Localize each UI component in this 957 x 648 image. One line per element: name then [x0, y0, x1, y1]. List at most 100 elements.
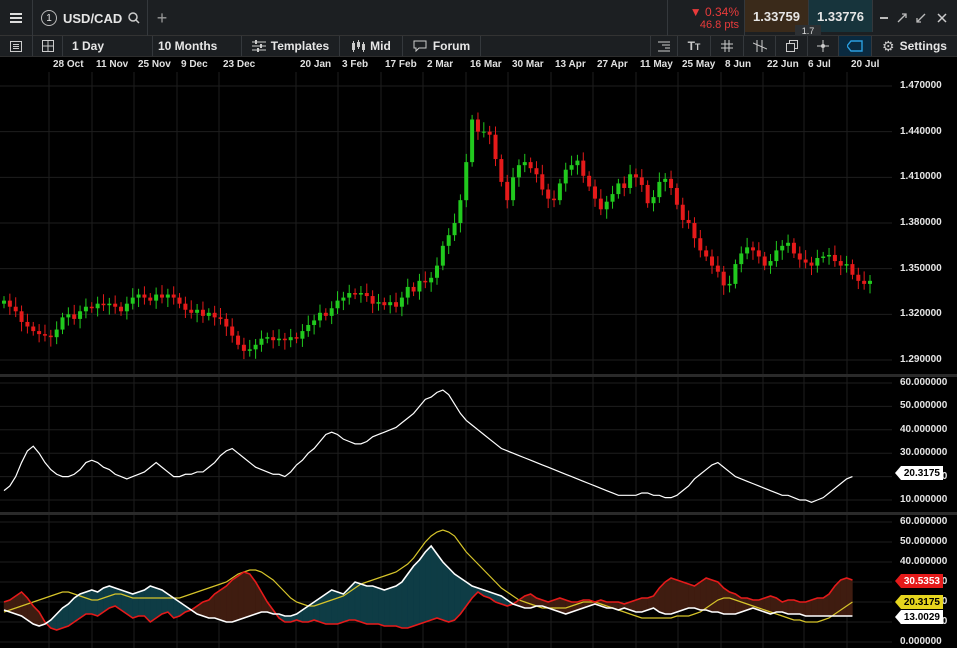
- gear-icon: ⚙: [882, 37, 895, 54]
- candle-body: [19, 311, 24, 322]
- layout-button[interactable]: [33, 36, 63, 56]
- indicator2-fill: [425, 545, 432, 623]
- candle-body: [511, 177, 516, 201]
- price-type-button[interactable]: Mid: [340, 36, 403, 56]
- candle-body: [159, 294, 164, 298]
- minimize-icon[interactable]: [876, 10, 892, 26]
- indicator2-fill: [676, 579, 684, 613]
- date-tick-label: 13 Apr: [555, 59, 586, 70]
- drawing-tools-button[interactable]: [744, 36, 776, 56]
- candle-body: [306, 324, 311, 332]
- gridlines-button[interactable]: [711, 36, 744, 56]
- candle-body: [423, 280, 428, 283]
- price-axis-label: 1.350000: [900, 262, 942, 274]
- indicator2-fill: [670, 577, 678, 615]
- candle-body: [791, 242, 796, 254]
- copy-button[interactable]: [776, 36, 808, 56]
- date-tick-label: 20 Jul: [851, 59, 880, 70]
- candle-body: [657, 181, 662, 198]
- candle-body: [236, 335, 241, 345]
- text-tool-button[interactable]: TT: [678, 36, 711, 56]
- instrument-tab[interactable]: 1 USD/CAD: [33, 0, 148, 36]
- candles-icon: [352, 40, 366, 52]
- candle-body: [470, 119, 475, 163]
- candle-body: [25, 321, 30, 327]
- candle-body: [247, 349, 252, 351]
- candle-body: [218, 317, 223, 319]
- candle-body: [405, 286, 410, 298]
- date-axis: 28 Oct 11 Nov 25 Nov 9 Dec 23 Dec 20 Jan 3 Feb…: [0, 57, 892, 72]
- search-icon[interactable]: [128, 12, 140, 24]
- indicator2-fill: [395, 581, 403, 629]
- candle-body: [154, 294, 159, 301]
- candle-body: [48, 335, 53, 338]
- change-pct: ▼ 0.34%: [690, 5, 739, 19]
- candle-body: [171, 294, 176, 298]
- date-tick-label: 3 Feb: [342, 59, 369, 70]
- expand-icon[interactable]: [894, 10, 910, 26]
- popout-icon[interactable]: [913, 10, 929, 26]
- candle-body: [803, 259, 808, 263]
- candle-body: [546, 189, 551, 199]
- forum-label: Forum: [432, 39, 471, 53]
- indicator2-fill: [840, 577, 847, 617]
- menu-button[interactable]: [0, 0, 33, 36]
- candle-body: [206, 312, 211, 316]
- candle-body: [323, 312, 328, 316]
- candle-body: [628, 174, 633, 188]
- indicator1-axis-label: 10.000000: [900, 494, 948, 505]
- indicator1-axis: 60.00000050.00000040.00000030.00000020.0…: [892, 377, 957, 512]
- indicator2-white-tag: 13.0029: [895, 610, 943, 624]
- settings-button[interactable]: ⚙ Settings: [872, 36, 957, 56]
- candle-body: [230, 326, 235, 336]
- candle-body: [809, 262, 814, 266]
- candle-body: [253, 344, 258, 350]
- price-pane[interactable]: [0, 72, 892, 374]
- indicator2-fill: [91, 589, 98, 617]
- indicator2-fill: [389, 585, 397, 627]
- candle-body: [177, 297, 182, 304]
- add-tab-button[interactable]: +: [148, 0, 176, 36]
- indicator2-fill: [729, 591, 736, 615]
- tag-button[interactable]: [839, 36, 872, 56]
- candle-body: [832, 254, 837, 262]
- indicator2-yellow-tag: 20.3175: [895, 595, 943, 609]
- candle-body: [60, 317, 65, 330]
- close-icon[interactable]: [934, 10, 950, 26]
- candle-body: [715, 265, 720, 272]
- candle-body: [598, 198, 603, 210]
- indicator2-fill: [220, 585, 227, 623]
- candle-body: [663, 178, 668, 182]
- candle-body: [452, 223, 457, 236]
- indicator2-fill: [214, 589, 221, 621]
- list-view-button[interactable]: [0, 36, 33, 56]
- price-axis-label: 1.440000: [900, 125, 942, 137]
- candle-body: [241, 344, 246, 351]
- candle-body: [136, 294, 141, 298]
- order-book-button[interactable]: [650, 36, 678, 56]
- range-dropdown[interactable]: 10 Months: [153, 36, 242, 56]
- indicator1-pane[interactable]: [0, 377, 892, 512]
- crosshair-button[interactable]: [808, 36, 839, 56]
- templates-button[interactable]: Templates: [242, 36, 340, 56]
- candle-body: [376, 302, 381, 304]
- candle-body: [364, 293, 369, 297]
- candle-body: [66, 314, 71, 318]
- date-tick-label: 25 Nov: [138, 59, 171, 70]
- candle-body: [692, 223, 697, 239]
- price-axis-label: 1.290000: [900, 354, 942, 365]
- candle-body: [72, 314, 77, 319]
- indicator2-pane[interactable]: [0, 515, 892, 648]
- candle-body: [271, 337, 276, 341]
- price-axis-label: 1.410000: [900, 171, 942, 183]
- candle-body: [7, 300, 12, 307]
- candle-body: [107, 303, 112, 306]
- candle-body: [13, 306, 18, 312]
- candle-body: [704, 250, 709, 257]
- candle-body: [358, 293, 363, 295]
- forum-button[interactable]: Forum: [403, 36, 481, 56]
- indicator2-fill: [436, 553, 444, 621]
- candle-body: [277, 338, 282, 341]
- interval-dropdown[interactable]: 1 Day: [63, 36, 153, 56]
- candle-body: [429, 277, 434, 283]
